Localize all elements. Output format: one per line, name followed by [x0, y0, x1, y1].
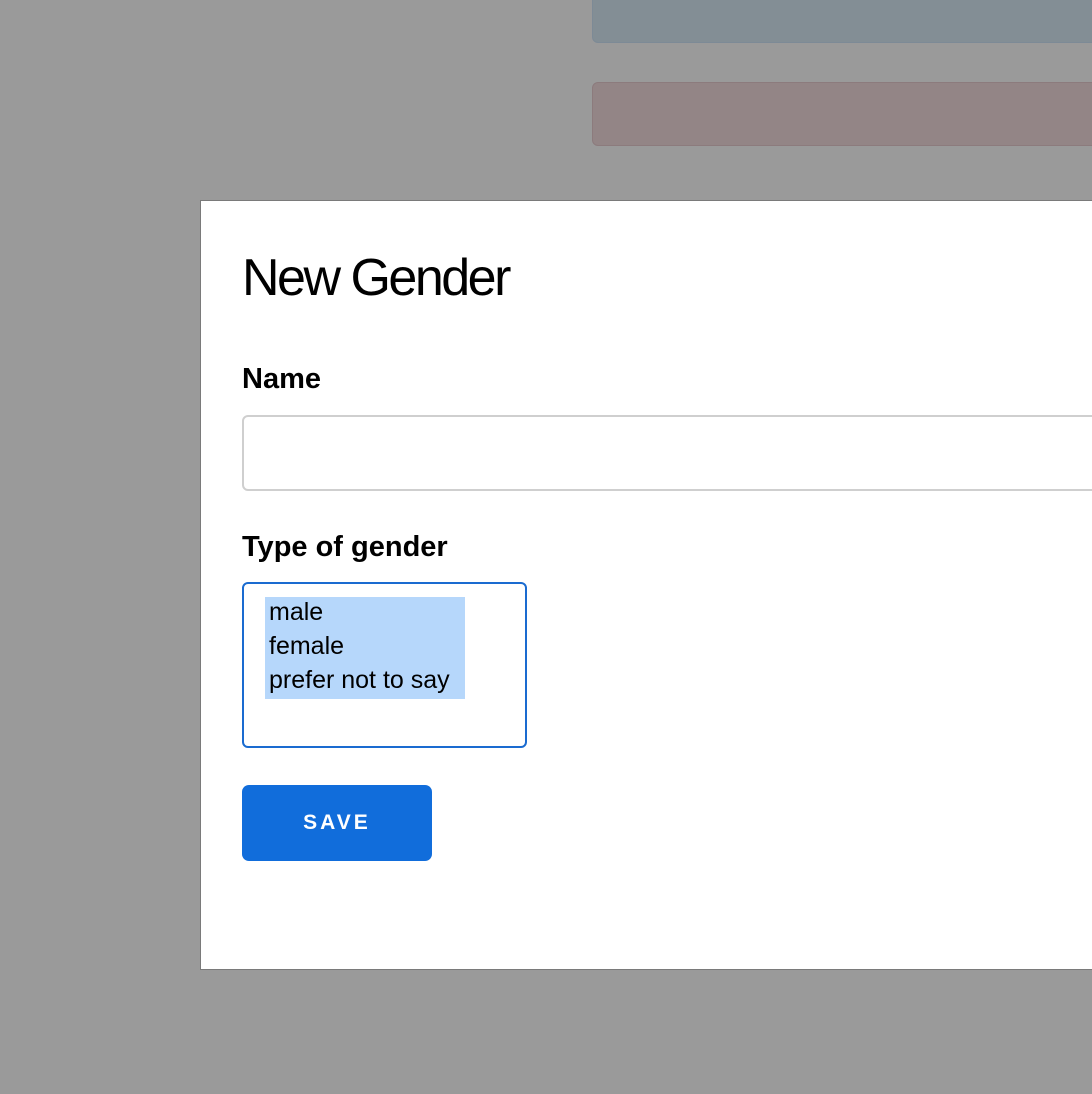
new-gender-modal: New Gender Name Type of gender male fema…	[200, 200, 1092, 970]
gender-type-label: Type of gender	[242, 531, 448, 563]
gender-option-prefer-not-to-say[interactable]: prefer not to say	[265, 665, 465, 699]
background-info-bar	[592, 0, 1092, 43]
background-alert-bar	[592, 82, 1092, 146]
name-label: Name	[242, 363, 321, 395]
gender-option-female[interactable]: female	[265, 631, 465, 665]
gender-option-male[interactable]: male	[265, 597, 465, 631]
modal-title: New Gender	[242, 249, 511, 307]
gender-type-select[interactable]: male female prefer not to say	[242, 582, 527, 748]
save-button[interactable]: SAVE	[242, 785, 432, 861]
name-input[interactable]	[242, 415, 1092, 491]
